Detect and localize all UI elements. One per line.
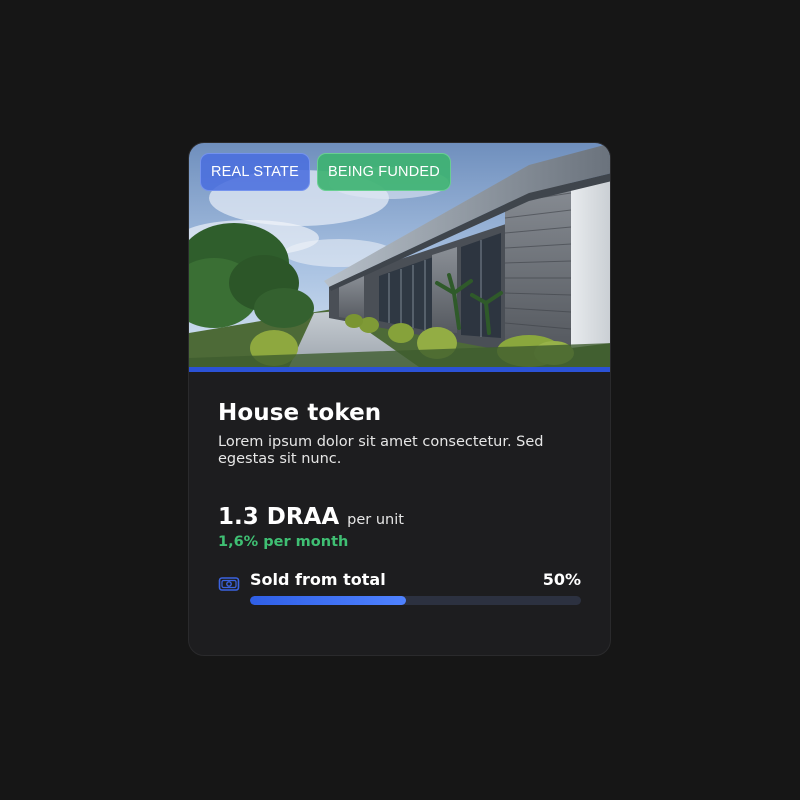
badge-group: REAL STATE BEING FUNDED (200, 153, 451, 191)
image-divider (189, 367, 610, 372)
progress-value: 50% (542, 570, 581, 589)
sales-progress: Sold from total 50% (218, 570, 581, 605)
card-title: House token (218, 400, 382, 426)
house-token-card[interactable]: REAL STATE BEING FUNDED House token Lore… (188, 142, 611, 656)
property-image: REAL STATE BEING FUNDED (189, 143, 610, 367)
progress-track (250, 596, 581, 605)
progress-fill (250, 596, 406, 605)
monthly-yield: 1,6% per month (218, 534, 349, 550)
progress-label: Sold from total (250, 570, 386, 589)
status-badge[interactable]: BEING FUNDED (316, 153, 451, 191)
progress-main: Sold from total 50% (250, 570, 581, 605)
money-icon (218, 577, 240, 591)
category-badge[interactable]: REAL STATE (200, 153, 310, 191)
token-price: 1.3 DRAA (218, 504, 340, 530)
progress-header: Sold from total 50% (250, 570, 581, 589)
card-body: House token Lorem ipsum dolor sit amet c… (189, 400, 610, 605)
price-unit: per unit (347, 512, 404, 528)
price-row: 1.3 DRAA per unit (218, 504, 581, 530)
card-description: Lorem ipsum dolor sit amet consectetur. … (218, 434, 544, 467)
